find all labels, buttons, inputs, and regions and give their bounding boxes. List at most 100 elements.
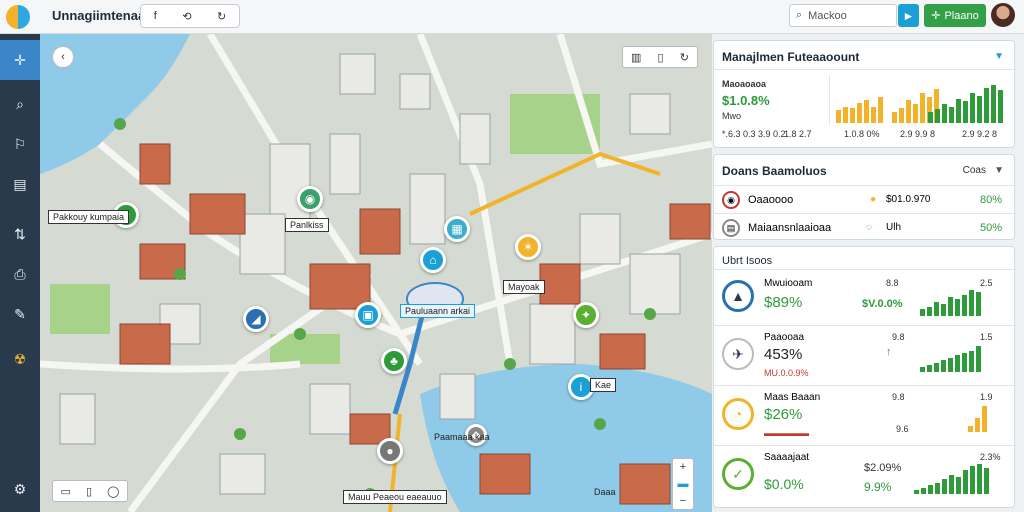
chart-bar xyxy=(836,110,841,123)
search-button[interactable]: ► xyxy=(898,4,919,27)
circle-tool-icon[interactable]: ◯ xyxy=(107,485,119,498)
sidebar-item-flag[interactable]: ⚐ xyxy=(0,124,40,164)
avatar[interactable] xyxy=(991,3,1015,27)
chart-bar xyxy=(962,353,967,372)
map-pin[interactable]: ♣ xyxy=(381,348,407,374)
chart-bar xyxy=(948,358,953,372)
chart-bar xyxy=(969,351,974,372)
map-label: Pauluaann arkai xyxy=(400,304,476,318)
fleet-value: 453% xyxy=(764,346,803,363)
map-pin[interactable]: ● xyxy=(377,438,403,464)
layers-icon[interactable]: ▥ xyxy=(631,51,641,64)
list-item[interactable]: ✓ Saaaajaat $0.0% $2.09% 2.3% 9.9% xyxy=(714,445,1016,507)
back-button[interactable]: ‹ xyxy=(52,46,74,68)
chart-bar xyxy=(998,90,1003,123)
sidebar-item-sort[interactable]: ⇅ xyxy=(0,214,40,254)
chart-bar xyxy=(906,100,911,123)
chart-bar xyxy=(914,490,919,494)
app-logo[interactable] xyxy=(6,5,30,29)
page-icon[interactable]: ▯ xyxy=(86,485,92,498)
map-label: Kae xyxy=(590,378,617,392)
routes-panel: Doans Baamoluos Coas ▼ ◉ Oaaoooo ● $01.0… xyxy=(713,154,1016,241)
plane-icon: ✈ xyxy=(722,338,754,370)
chart-bar xyxy=(864,100,869,123)
mini-bar-chart xyxy=(928,85,1003,123)
search-input[interactable]: ⌕ Mackoo xyxy=(789,4,897,27)
reload-icon[interactable]: ↻ xyxy=(217,10,226,23)
chart-bar xyxy=(963,101,968,123)
package-icon: ▣ xyxy=(362,308,374,322)
sidebar-item-settings[interactable]: ⚙ xyxy=(0,469,40,509)
rotate-icon[interactable]: ↻ xyxy=(680,51,689,64)
toolbar-pill: f ⟲ ↻ xyxy=(140,4,240,28)
chart-bar xyxy=(941,304,946,316)
list-item[interactable]: ◔ Maas Baaan $26% ▬▬▬▬▬ 9.8 1.9 9.6 xyxy=(714,385,1016,445)
chevron-left-icon: ‹ xyxy=(61,51,65,63)
list-item[interactable]: ▲ Mwuiooam $89% 8.8 2.5 $V.0.0% xyxy=(714,269,1016,325)
chevron-down-icon[interactable]: ▼ xyxy=(994,165,1004,176)
chart-bar xyxy=(942,479,947,494)
map-pin[interactable]: ✶ xyxy=(515,234,541,260)
sidebar-item-add[interactable]: ✛ xyxy=(0,40,40,80)
fleet-title: Ubrt Isoos xyxy=(722,255,773,267)
map-tools: ▭ ▯ ◯ xyxy=(52,480,128,502)
fleet-change: $V.0.0% xyxy=(862,298,903,310)
map-pin[interactable]: ✦ xyxy=(573,302,599,328)
chart-bar xyxy=(941,360,946,372)
fleet-value: $0.0% xyxy=(764,476,804,492)
zoom-level-bar[interactable]: ▬ xyxy=(678,478,689,490)
refresh-icon[interactable]: ⟲ xyxy=(182,10,191,23)
chart-bar xyxy=(899,108,904,123)
mini-bar-chart xyxy=(920,346,981,372)
fleet-name: Saaaajaat xyxy=(764,452,810,463)
map-pin[interactable]: ▣ xyxy=(355,302,381,328)
chart-bar xyxy=(948,297,953,316)
fleet-name: Maas Baaan xyxy=(764,392,821,403)
zoom-controls: + ▬ − xyxy=(672,458,694,510)
routes-filter[interactable]: Coas xyxy=(963,165,986,176)
city-map[interactable]: ◉ ✦ ▦ ⌂ ✶ ◢ ▣ ✦ ♣ i ● ◆ Pakkouy kumpaia … xyxy=(40,34,712,512)
print-icon: ⎙ xyxy=(14,265,26,282)
map-pin[interactable]: ◉ xyxy=(297,186,323,212)
sidebar-item-search[interactable]: ⌕ xyxy=(0,84,40,124)
gear-icon: ⚙ xyxy=(13,480,27,497)
chart-bar xyxy=(956,99,961,123)
fleet-stat: 9.8 xyxy=(892,392,905,402)
map-pin[interactable]: ▦ xyxy=(444,216,470,242)
chart-bar xyxy=(962,295,967,316)
map-label: Paamaaa kaa xyxy=(434,432,490,442)
sidebar-item-alert[interactable]: ☢ xyxy=(0,339,40,379)
overview-title: Manajlmen Futeaaoount xyxy=(722,50,860,64)
sidebar-item-edit[interactable]: ✎ xyxy=(0,294,40,334)
fleet-value: $26% xyxy=(764,406,803,423)
table-row[interactable]: ▤ Maiaansnlaaioaa ◌ Ulh 50% xyxy=(714,213,1016,241)
overview-panel: Manajlmen Futeaaoount ▼ Maoaoaoa $1.0.8%… xyxy=(713,40,1016,148)
zoom-in-button[interactable]: + xyxy=(680,461,686,473)
chevron-down-icon[interactable]: ▼ xyxy=(994,51,1004,62)
chart-bar xyxy=(920,309,925,316)
filter-icon[interactable]: f xyxy=(154,10,157,22)
plant-icon: ♣ xyxy=(390,354,398,368)
sidebar-item-print[interactable]: ⎙ xyxy=(0,254,40,294)
chart-bar xyxy=(969,290,974,316)
map-label: Mauu Peaeou eaeauuo xyxy=(343,490,447,504)
building-icon: ▦ xyxy=(451,222,463,236)
chart-bar xyxy=(871,107,876,123)
copy-icon[interactable]: ▯ xyxy=(658,51,664,64)
app-title: Unnagiimtenaar xyxy=(52,8,151,23)
map-label: Mayoak xyxy=(503,280,545,294)
zoom-out-button[interactable]: − xyxy=(680,495,686,507)
chart-bar xyxy=(984,88,989,123)
list-item[interactable]: ✈ Paaooaa 453% MU.0.0.9% 9.8 1.5 ↑ xyxy=(714,325,1016,385)
fleet-stat: 1.9 xyxy=(980,392,993,402)
metric-label: *.6.3 0.3 3.9 0.2 xyxy=(722,129,786,139)
sidebar-item-list[interactable]: ▤ xyxy=(0,164,40,204)
table-row[interactable]: ◉ Oaaoooo ● $01.0.970 80% xyxy=(714,185,1016,213)
map-pin[interactable]: ◢ xyxy=(243,306,269,332)
chart-bar xyxy=(878,97,883,123)
fleet-change: 9.9% xyxy=(864,480,892,494)
chart-bar xyxy=(935,109,940,123)
map-pin[interactable]: ⌂ xyxy=(420,247,446,273)
plan-button[interactable]: ✛ Plaano xyxy=(924,4,986,27)
frame-icon[interactable]: ▭ xyxy=(61,485,71,498)
